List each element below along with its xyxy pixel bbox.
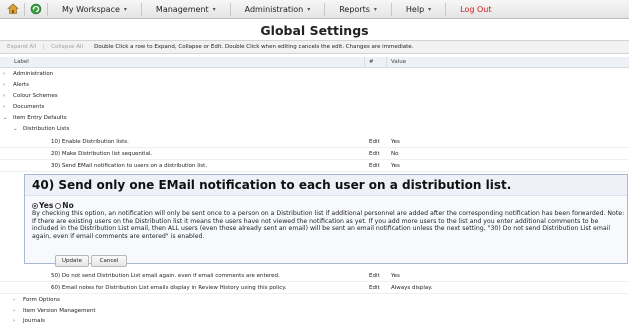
radio-no-label[interactable]: No (62, 201, 73, 210)
section-row-form-options[interactable]: › Form Options (0, 295, 629, 306)
nav-divider (390, 2, 392, 16)
column-divider (364, 57, 365, 68)
radio-yes-label[interactable]: Yes (39, 201, 53, 210)
column-header-hash[interactable]: # (369, 59, 374, 65)
section-row-item-version-management[interactable]: › Item Version Management (0, 306, 629, 317)
nav-label: Reports (339, 4, 370, 14)
chevron-right-icon: › (3, 93, 6, 100)
edit-link[interactable]: Edit (369, 285, 380, 291)
page-title: Global Settings (260, 22, 369, 38)
section-row-documents[interactable]: › Documents (0, 102, 629, 113)
setting-row[interactable]: 30) Send EMail notification to users on … (0, 161, 629, 172)
setting-value: Yes (391, 138, 400, 145)
setting-label: 30) Send EMail notification to users on … (51, 162, 208, 169)
subsection-row-distribution-lists[interactable]: ⌄ Distribution Lists (0, 124, 629, 135)
nav-label: Administration (244, 4, 304, 14)
nav-administration[interactable]: Administration ▾ (236, 0, 320, 19)
nav-my-workspace[interactable]: My Workspace ▾ (53, 0, 136, 19)
section-label: Journals (23, 318, 45, 325)
chevron-down-icon: ⌄ (3, 115, 8, 122)
collapse-all-button[interactable]: Collapse All (43, 44, 90, 50)
nav-divider (47, 2, 48, 16)
nav-label: Help (405, 4, 425, 14)
section-label: Item Version Management (23, 308, 96, 315)
section-row-journals[interactable]: › Journals (0, 316, 629, 327)
nav-divider (324, 2, 326, 16)
chevron-right-icon: › (13, 318, 16, 325)
setting-value: Yes (391, 272, 400, 279)
section-label: Colour Schemes (13, 93, 58, 100)
section-label: Distribution Lists (23, 126, 70, 133)
top-navbar: My Workspace ▾ Management ▾ Administrati… (0, 0, 629, 19)
chevron-right-icon: › (13, 297, 16, 304)
section-label: Form Options (23, 297, 60, 304)
edit-link[interactable]: Edit (369, 163, 380, 169)
section-label: Documents (13, 104, 45, 111)
setting-value: Always display. (391, 284, 433, 291)
section-row-administration[interactable]: › Administration (0, 69, 629, 80)
nav-divider (140, 2, 142, 16)
chevron-down-icon: ▾ (212, 5, 216, 13)
section-label: Administration (13, 71, 54, 78)
grid-toolbar: Expand All Collapse All Double Click a r… (0, 40, 629, 54)
edit-link[interactable]: Edit (369, 151, 380, 157)
setting-label: 10) Enable Distribution lists. (51, 138, 129, 145)
setting-row[interactable]: 10) Enable Distribution lists. Edit Yes (0, 137, 629, 148)
setting-row[interactable]: 50) Do not send Distribution List email … (0, 271, 629, 282)
chevron-right-icon: › (13, 308, 16, 315)
setting-label: 50) Do not send Distribution List email … (51, 272, 280, 279)
setting-row[interactable]: 20) Make Distribution list sequential. E… (0, 149, 629, 160)
editor-description: By checking this option, an notification… (32, 210, 625, 241)
section-label: Alerts (13, 82, 29, 89)
logout-link[interactable]: Log Out (451, 0, 500, 19)
column-header-value[interactable]: Value (391, 59, 406, 65)
editor-title: 40) Send only one EMail notification to … (32, 178, 512, 192)
chevron-down-icon: ▾ (373, 5, 377, 13)
home-icon[interactable] (7, 3, 19, 15)
grid-header-row: Label # Value (0, 57, 629, 68)
nav-divider (24, 2, 25, 16)
update-button[interactable]: Update (55, 255, 89, 267)
nav-help[interactable]: Help ▾ (397, 0, 440, 19)
nav-label: My Workspace (62, 4, 120, 14)
expand-all-button[interactable]: Expand All (0, 44, 43, 50)
option-radio-group: Yes No (32, 201, 76, 210)
column-header-label[interactable]: Label (14, 59, 29, 65)
setting-value: Yes (391, 162, 400, 169)
setting-value: No (391, 150, 399, 157)
refresh-icon[interactable] (30, 3, 42, 15)
chevron-down-icon: ▾ (428, 5, 432, 13)
radio-yes[interactable] (32, 202, 38, 209)
radio-no[interactable] (55, 202, 62, 209)
chevron-down-icon: ▾ (307, 5, 311, 13)
chevron-right-icon: › (3, 71, 6, 78)
section-row-colour-schemes[interactable]: › Colour Schemes (0, 91, 629, 102)
nav-divider (229, 2, 231, 16)
nav-label: Management (155, 4, 209, 14)
section-row-item-entry-defaults[interactable]: ⌄ Item Entry Defaults (0, 113, 629, 124)
toolbar-help-text: Double Click a row to Expand, Collapse o… (94, 44, 414, 50)
setting-editor-panel: 40) Send only one EMail notification to … (24, 174, 628, 267)
setting-label: 20) Make Distribution list sequential. (51, 150, 153, 157)
edit-link[interactable]: Edit (369, 273, 380, 279)
edit-link[interactable]: Edit (369, 139, 380, 145)
setting-label: 60) Email notes for Distribution List em… (51, 284, 287, 291)
setting-row[interactable]: 60) Email notes for Distribution List em… (0, 283, 629, 294)
chevron-down-icon: ⌄ (13, 126, 18, 133)
chevron-right-icon: › (3, 82, 6, 89)
column-divider (386, 57, 387, 68)
page-header: Global Settings (0, 20, 629, 40)
section-label: Item Entry Defaults (13, 115, 67, 122)
chevron-down-icon: ▾ (123, 5, 127, 13)
nav-management[interactable]: Management ▾ (147, 0, 225, 19)
nav-reports[interactable]: Reports ▾ (330, 0, 386, 19)
chevron-right-icon: › (3, 104, 6, 111)
cancel-button[interactable]: Cancel (91, 255, 127, 267)
section-row-alerts[interactable]: › Alerts (0, 80, 629, 91)
nav-divider (445, 2, 447, 16)
